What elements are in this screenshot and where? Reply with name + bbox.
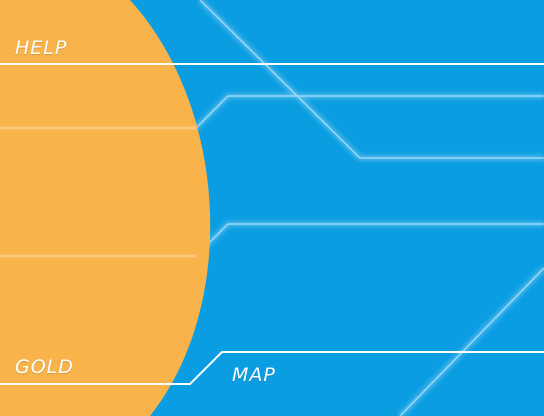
gold-button[interactable]: GOLD — [15, 358, 74, 377]
game-menu-screen: HELP GOLD MAP — [0, 0, 544, 416]
background-art — [0, 0, 544, 416]
help-button[interactable]: HELP — [15, 39, 67, 58]
map-button[interactable]: MAP — [232, 366, 276, 385]
